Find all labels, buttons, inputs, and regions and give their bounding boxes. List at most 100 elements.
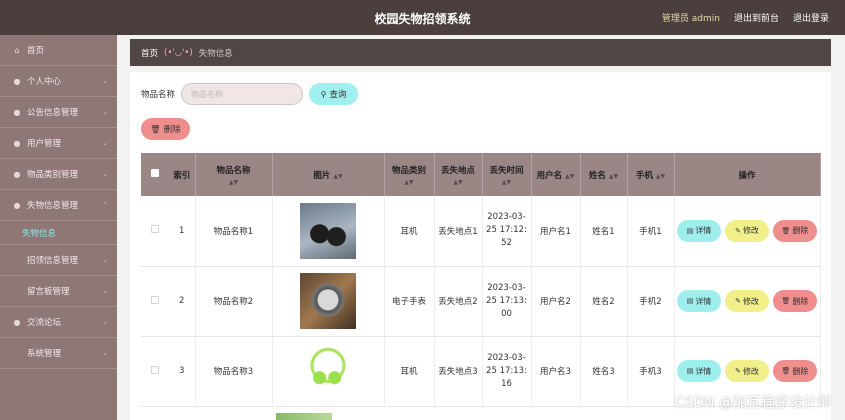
delete-button[interactable]: 🗑 删除 <box>773 219 817 242</box>
lost-icon: ● <box>13 200 21 210</box>
time-part: 25 17:13: <box>486 365 527 376</box>
chevron-up-icon: ⌃ <box>102 201 108 209</box>
sidebar-item-label: 留言板管理 <box>27 287 70 297</box>
select-all-header[interactable] <box>141 153 169 196</box>
item-photo-green-headphones[interactable] <box>300 343 356 399</box>
row-select-cell <box>141 196 169 267</box>
cell-phone: 手机1 <box>627 196 675 267</box>
sort-icon[interactable]: ▲▼ <box>483 179 531 186</box>
sidebar-subitem-label: 失物信息 <box>22 228 57 239</box>
sidebar-item-label: 公告信息管理 <box>27 108 79 118</box>
select-all-checkbox[interactable] <box>151 169 159 177</box>
home-icon: ⌂ <box>14 45 20 55</box>
row-select-cell <box>141 336 169 407</box>
column-header-image[interactable]: 图片 ▲▼ <box>272 153 385 196</box>
sort-icon[interactable]: ▲▼ <box>435 179 482 186</box>
sidebar-item-profile[interactable]: ● 个人中心 ⌄ <box>0 66 117 97</box>
search-icon: ⚲ <box>320 89 327 99</box>
column-header-time[interactable]: 丢失时间 ▲▼ <box>482 153 532 196</box>
sidebar-item-notices[interactable]: ● 公告信息管理 ⌄ <box>0 97 117 128</box>
batch-delete-button[interactable]: 🗑 删除 <box>141 118 190 140</box>
sort-icon[interactable]: ▲▼ <box>656 173 665 180</box>
sort-icon[interactable]: ▲▼ <box>196 179 272 186</box>
time-part: 25 17:12: <box>486 225 527 236</box>
column-header-index: 索引 <box>169 153 196 196</box>
chevron-down-icon: ⌄ <box>102 287 108 295</box>
sidebar-item-found-items[interactable]: 招领信息管理 ⌄ <box>0 245 117 276</box>
row-checkbox[interactable] <box>151 225 159 234</box>
time-part: 2023-03- <box>487 212 526 223</box>
cell-time: 2023-03- 25 17:12: 52 <box>482 196 532 267</box>
column-header-place[interactable]: 丢失地点 ▲▼ <box>434 153 483 196</box>
sidebar-item-users[interactable]: ● 用户管理 ⌄ <box>0 128 117 159</box>
sidebar-item-system[interactable]: 系统管理 ⌄ <box>0 338 117 369</box>
column-header-label: 丢失地点 <box>440 165 475 176</box>
delete-button[interactable]: 🗑 删除 <box>773 290 817 312</box>
chevron-down-icon: ⌄ <box>102 108 108 116</box>
sidebar-item-label: 物品类别管理 <box>27 170 79 180</box>
column-header-realname[interactable]: 姓名 ▲▼ <box>580 153 628 196</box>
sort-icon[interactable]: ▲▼ <box>609 173 618 180</box>
delete-label: 删除 <box>792 226 809 236</box>
cell-username: 用户名1 <box>531 196 581 267</box>
column-header-category[interactable]: 物品类别 ▲▼ <box>384 153 435 196</box>
item-photo-dark-headphones[interactable] <box>300 202 356 259</box>
trash-icon: 🗑 <box>150 124 161 134</box>
delete-button[interactable]: 🗑 删除 <box>773 360 817 382</box>
cell-phone: 手机2 <box>627 266 675 337</box>
trash-icon: 🗑 <box>781 297 791 305</box>
row-select-cell <box>141 266 169 337</box>
detail-button[interactable]: ▤ 详情 <box>677 360 721 382</box>
item-photo-wrist-watch[interactable] <box>300 273 356 329</box>
cell-name: 物品名称2 <box>195 266 273 337</box>
edit-button[interactable]: ✎ 修改 <box>725 360 769 382</box>
search-input[interactable]: 物品名称 <box>181 83 304 105</box>
logout-link[interactable]: 退出登录 <box>793 11 829 24</box>
trash-icon: 🗑 <box>781 226 791 235</box>
cell-name: 物品名称3 <box>195 336 273 407</box>
detail-button[interactable]: ▤ 详情 <box>677 290 721 312</box>
table-row: 1 物品名称1 耳机 丢失地点1 2023-03- 25 17:12: 52 用户名… <box>141 196 821 267</box>
chevron-down-icon: ⌄ <box>102 170 108 178</box>
edit-button[interactable]: ✎ 修改 <box>725 290 769 312</box>
column-header-name[interactable]: 物品名称 ▲▼ <box>195 153 273 196</box>
cell-actions: ▤ 详情 ✎ 修改 🗑 删除 <box>674 266 821 337</box>
edit-icon: ✎ <box>735 297 741 305</box>
time-part: 16 <box>501 378 512 389</box>
column-header-username[interactable]: 用户名 ▲▼ <box>531 153 581 196</box>
row-checkbox[interactable] <box>151 295 159 304</box>
sidebar-item-categories[interactable]: ● 物品类别管理 ⌄ <box>0 159 117 190</box>
detail-label: 详情 <box>695 366 712 376</box>
breadcrumb-home[interactable]: 首页 <box>141 47 158 59</box>
sidebar-item-label: 用户管理 <box>27 139 62 149</box>
back-to-frontend-link[interactable]: 退出到前台 <box>734 11 779 24</box>
sidebar-subitem-lost-info[interactable]: 失物信息 <box>0 221 117 245</box>
edit-label: 修改 <box>742 366 759 376</box>
user-icon: ● <box>13 76 21 86</box>
breadcrumb-current: 失物信息 <box>198 48 233 59</box>
cell-image <box>272 266 385 337</box>
sidebar-item-messages[interactable]: 留言板管理 ⌄ <box>0 276 117 307</box>
sort-icon[interactable]: ▲▼ <box>565 173 574 180</box>
sidebar-item-lost-items[interactable]: ● 失物信息管理 ⌃ <box>0 190 117 221</box>
sidebar-item-label: 首页 <box>27 46 45 56</box>
chevron-down-icon: ⌄ <box>102 349 108 357</box>
column-header-phone[interactable]: 手机 ▲▼ <box>627 153 675 196</box>
sidebar-item-forum[interactable]: ● 交流论坛 ⌄ <box>0 307 117 338</box>
sort-icon[interactable]: ▲▼ <box>333 173 342 180</box>
sidebar-item-label: 招领信息管理 <box>27 256 79 266</box>
detail-button[interactable]: ▤ 详情 <box>677 219 721 242</box>
row-checkbox[interactable] <box>151 365 159 374</box>
header-actions: 管理员 admin 退出到前台 退出登录 <box>662 11 829 24</box>
search-button[interactable]: ⚲ 查询 <box>309 83 359 105</box>
delete-label: 删除 <box>792 366 809 376</box>
chevron-down-icon: ⌄ <box>102 77 108 85</box>
sidebar-item-home[interactable]: ⌂ 首页 <box>0 35 117 66</box>
sort-icon[interactable]: ▲▼ <box>385 179 434 186</box>
cell-place: 丢失地点1 <box>434 196 483 267</box>
cell-realname: 姓名3 <box>580 336 628 407</box>
edit-button[interactable]: ✎ 修改 <box>725 219 769 242</box>
cell-category: 耳机 <box>384 336 435 407</box>
detail-icon: ▤ <box>686 297 694 305</box>
edit-label: 修改 <box>742 226 759 236</box>
